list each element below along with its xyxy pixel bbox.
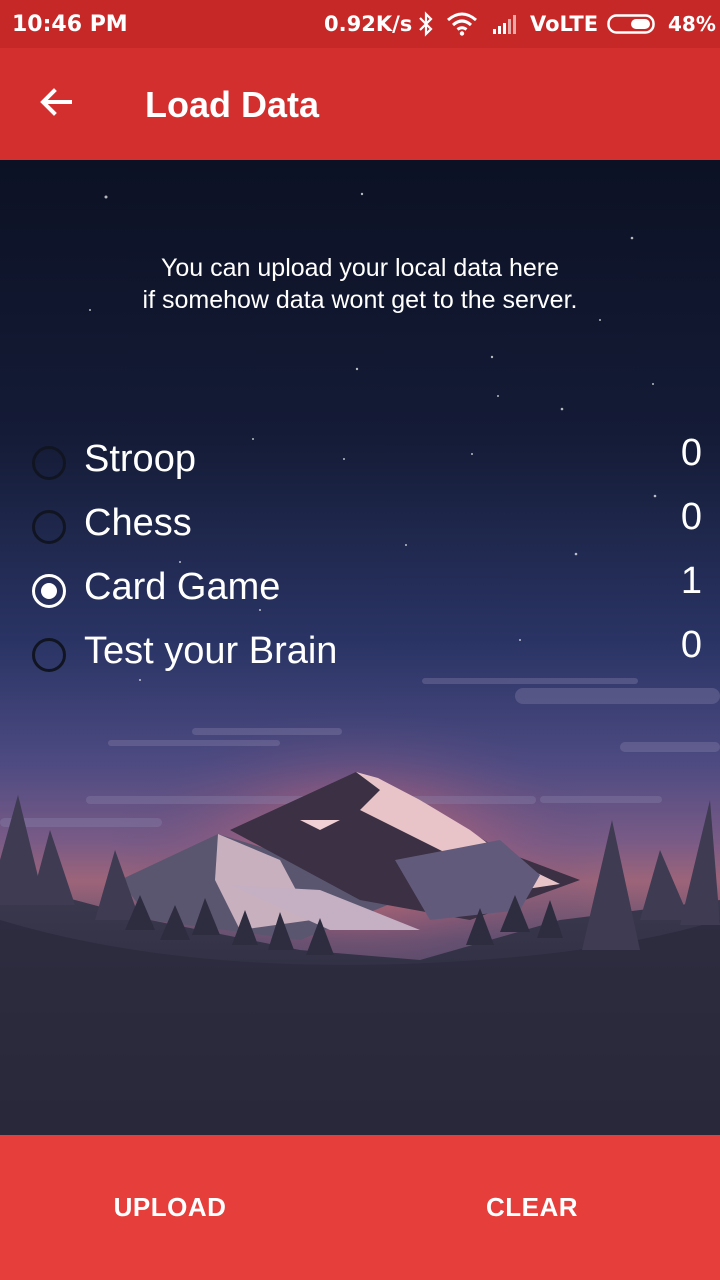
upload-button[interactable]: UPLOAD bbox=[0, 1135, 350, 1280]
radio-button[interactable] bbox=[32, 446, 66, 480]
game-option-card-game[interactable]: Card Game 1 bbox=[32, 560, 702, 626]
network-speed: 0.92K/s bbox=[324, 12, 413, 36]
game-label: Stroop bbox=[84, 438, 196, 480]
app-bar: Load Data bbox=[0, 48, 720, 160]
battery-icon bbox=[607, 14, 655, 34]
main-content: You can upload your local data here if s… bbox=[0, 160, 720, 1135]
volte-indicator: VoLTE bbox=[530, 12, 599, 36]
status-time: 10:46 PM bbox=[12, 12, 128, 37]
game-count: 0 bbox=[680, 624, 702, 666]
signal-icon bbox=[493, 15, 516, 34]
game-count: 1 bbox=[680, 560, 702, 602]
bluetooth-icon bbox=[419, 11, 433, 37]
info-line-2: if somehow data wont get to the server. bbox=[142, 286, 578, 314]
arrow-back-icon[interactable] bbox=[32, 78, 80, 126]
info-text: You can upload your local data here if s… bbox=[0, 252, 720, 316]
bottom-action-bar: UPLOAD CLEAR bbox=[0, 1135, 720, 1280]
radio-button[interactable] bbox=[32, 638, 66, 672]
radio-button-selected[interactable] bbox=[32, 574, 66, 608]
battery-percent: 48% bbox=[668, 12, 716, 36]
game-label: Chess bbox=[84, 502, 192, 544]
game-count: 0 bbox=[680, 496, 702, 538]
game-option-test-your-brain[interactable]: Test your Brain 0 bbox=[32, 624, 702, 690]
status-bar: 10:46 PM 0.92K/s VoLTE 48% bbox=[0, 0, 720, 48]
game-label: Test your Brain bbox=[84, 630, 338, 672]
info-line-1: You can upload your local data here bbox=[161, 254, 559, 282]
game-label: Card Game bbox=[84, 566, 281, 608]
clear-button[interactable]: CLEAR bbox=[352, 1135, 712, 1280]
page-title: Load Data bbox=[145, 84, 320, 125]
game-option-stroop[interactable]: Stroop 0 bbox=[32, 432, 702, 498]
game-count: 0 bbox=[680, 432, 702, 474]
radio-button[interactable] bbox=[32, 510, 66, 544]
game-option-chess[interactable]: Chess 0 bbox=[32, 496, 702, 562]
wifi-icon bbox=[447, 12, 477, 36]
